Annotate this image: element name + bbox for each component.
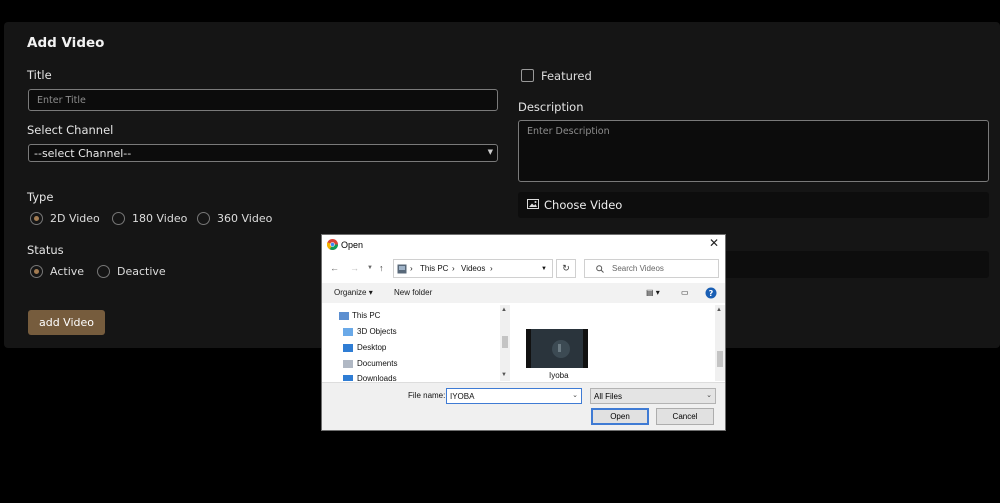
type-radio-360[interactable] (197, 212, 210, 225)
3d-objects-icon (343, 328, 353, 336)
description-label: Description (518, 100, 584, 114)
close-icon[interactable]: ✕ (709, 236, 719, 250)
video-file-name[interactable]: Iyoba (549, 371, 569, 380)
dialog-footer: File name: IYOBA ⌄ All Files ⌄ Open Canc… (322, 382, 725, 430)
tree-item-downloads[interactable]: Downloads (357, 374, 397, 381)
path-videos[interactable]: Videos (461, 264, 485, 273)
video-file-thumbnail[interactable] (526, 329, 588, 368)
organize-button[interactable]: Organize ▾ (334, 288, 373, 297)
files-scroll-thumb[interactable] (717, 351, 723, 367)
scroll-down-icon[interactable]: ▼ (501, 372, 507, 378)
address-dropdown-icon[interactable]: ▼ (541, 266, 547, 272)
preview-pane-icon[interactable]: ▭ (681, 288, 689, 297)
type-radio-2d[interactable] (30, 212, 43, 225)
scroll-up-icon[interactable]: ▲ (501, 307, 507, 313)
cancel-button[interactable]: Cancel (656, 408, 714, 425)
image-icon (527, 199, 539, 209)
tree-item-this-pc[interactable]: This PC (352, 311, 380, 320)
open-button[interactable]: Open (591, 408, 649, 425)
search-icon (596, 265, 604, 273)
view-options-icon[interactable]: ▤ ▾ (646, 288, 660, 297)
tree-scroll-thumb[interactable] (502, 336, 508, 348)
back-arrow-icon[interactable]: ← (330, 263, 339, 273)
downloads-icon (343, 375, 353, 381)
type-option-360: 360 Video (217, 212, 273, 225)
documents-icon (343, 360, 353, 368)
channel-selected-value: --select Channel-- (34, 147, 132, 160)
files-scrollbar[interactable]: ▲ (715, 305, 725, 381)
tree-scrollbar[interactable]: ▲ ▼ (500, 305, 510, 381)
channel-label: Select Channel (27, 123, 114, 137)
svg-text:?: ? (709, 289, 714, 298)
type-label: Type (27, 190, 54, 204)
featured-checkbox[interactable] (521, 69, 534, 82)
file-type-dropdown-icon: ⌄ (706, 392, 712, 399)
tree-item-documents[interactable]: Documents (357, 359, 397, 368)
featured-label: Featured (541, 69, 592, 83)
file-name-value: IYOBA (450, 392, 475, 401)
title-placeholder: Enter Title (37, 95, 86, 106)
channel-select[interactable]: --select Channel-- ▼ (28, 144, 498, 162)
desktop-icon (343, 344, 353, 352)
this-pc-icon (339, 312, 349, 320)
up-arrow-icon[interactable]: ↑ (379, 263, 384, 273)
add-video-button[interactable]: add Video (28, 310, 105, 335)
file-name-dropdown-icon[interactable]: ⌄ (572, 391, 578, 399)
description-placeholder: Enter Description (527, 126, 610, 137)
type-radio-180[interactable] (112, 212, 125, 225)
files-scroll-up-icon[interactable]: ▲ (716, 307, 722, 313)
recent-dropdown-icon[interactable]: ▼ (367, 265, 373, 271)
status-option-deactive: Deactive (117, 265, 166, 278)
dialog-toolbar: Organize ▾ New folder ▤ ▾ ▭ ? (322, 283, 725, 303)
pc-icon (397, 264, 407, 274)
file-type-value: All Files (594, 392, 623, 401)
chrome-icon (327, 239, 338, 250)
choose-video-label: Choose Video (544, 198, 623, 212)
page-title: Add Video (27, 35, 105, 51)
choose-video-button[interactable]: Choose Video (518, 192, 989, 218)
type-option-2d: 2D Video (50, 212, 100, 225)
new-folder-button[interactable]: New folder (394, 288, 432, 297)
help-icon[interactable]: ? (705, 287, 717, 299)
path-this-pc[interactable]: This PC (420, 264, 448, 273)
status-label: Status (27, 243, 64, 257)
description-textarea[interactable]: Enter Description (518, 120, 989, 182)
status-radio-active[interactable] (30, 265, 43, 278)
status-option-active: Active (50, 265, 85, 278)
status-radio-deactive[interactable] (97, 265, 110, 278)
file-name-input[interactable]: IYOBA ⌄ (446, 388, 582, 404)
title-label: Title (27, 68, 52, 82)
dialog-title: Open (341, 240, 364, 250)
search-videos-input[interactable]: Search Videos (584, 259, 719, 278)
forward-arrow-icon[interactable]: → (350, 263, 359, 273)
file-name-label: File name: (408, 391, 446, 400)
refresh-icon[interactable]: ↻ (556, 259, 576, 278)
tree-item-3d-objects[interactable]: 3D Objects (357, 327, 397, 336)
search-placeholder: Search Videos (612, 264, 664, 273)
tree-item-desktop[interactable]: Desktop (357, 343, 386, 352)
chevron-down-icon: ▼ (487, 148, 493, 156)
file-type-select[interactable]: All Files ⌄ (590, 388, 716, 404)
video-file-icon (531, 329, 583, 368)
type-option-180: 180 Video (132, 212, 188, 225)
file-open-dialog: Open ✕ ← → ▼ ↑ › This PC › Videos › ▼ ↻ … (321, 234, 726, 431)
title-input[interactable]: Enter Title (28, 89, 498, 111)
address-bar[interactable]: › This PC › Videos › ▼ (393, 259, 553, 278)
